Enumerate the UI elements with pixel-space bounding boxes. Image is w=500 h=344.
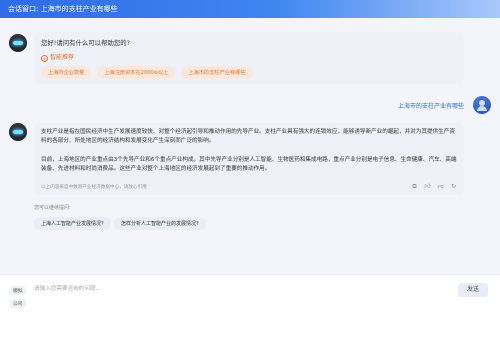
recommend-heading: ◎ 智能推荐 [41, 52, 74, 62]
copy-icon[interactable]: ⧉ [411, 183, 418, 190]
sparkle-icon: ◎ [41, 55, 48, 62]
refresh-icon[interactable]: ↻ [450, 183, 457, 190]
answer-bubble: 支柱产业是指在国民经济中生产发展速度较快、对整个经济起引导和推动作用的先导产业。… [34, 123, 464, 195]
chat-area: 您好!请问有什么可以帮助您的? ◎ 智能推荐 上海市企业数量 上海注册资本在200… [0, 18, 500, 274]
answer-paragraph: 支柱产业是指在国民经济中生产发展速度较快、对整个经济起引导和推动作用的先导产业。… [41, 129, 455, 144]
bot-avatar [9, 34, 27, 52]
recommend-chip[interactable]: 上海注册资本在2000w以上 [97, 66, 176, 79]
answer-toolbar: ⧉ 👍︎ 👎︎ ↻ [411, 183, 457, 190]
thumbs-down-icon[interactable]: 👎︎ [437, 183, 444, 190]
window-title-bar: 会话窗口: 上海市的支柱产业有哪些 [0, 0, 500, 18]
greeting-bubble: 您好!请问有什么可以帮助您的? ◎ 智能推荐 上海市企业数量 上海注册资本在200… [34, 32, 464, 84]
input-tag[interactable]: 模拟 [10, 286, 26, 295]
followup-chip[interactable]: 上海人工智能产业发展情况? [34, 217, 111, 230]
window-title: 上海市的支柱产业有哪些 [40, 5, 118, 13]
answer-paragraph: 目前，上海地区的产业重点由3个先导产业和6个重点产业构成，其中先导产业分别是人工… [41, 157, 457, 172]
question-input[interactable]: 请输入您需要咨询的问题... [34, 283, 444, 295]
user-message: 上海市的支柱产业有哪些 [397, 103, 464, 110]
recommend-chips: 上海市企业数量 上海注册资本在2000w以上 上海市的支柱产业有哪些 [41, 66, 253, 79]
answer-source: 以上内容来自中数新产业经济数据中心，请放心引用 [41, 185, 147, 190]
thumbs-up-icon[interactable]: 👍︎ [424, 183, 431, 190]
bot-avatar [9, 123, 27, 141]
followup-chip[interactable]: 怎样分析人工智能产业的发展情况? [114, 217, 206, 230]
user-avatar [473, 96, 491, 114]
greeting-text: 您好!请问有什么可以帮助您的? [41, 39, 131, 47]
recommend-chip[interactable]: 上海市企业数量 [41, 66, 92, 79]
send-button[interactable]: 发送 [458, 283, 488, 297]
recommend-label: 智能推荐 [50, 54, 75, 61]
followup-label: 您可以继续提问: [34, 205, 71, 211]
input-tag[interactable]: 公司 [10, 299, 26, 308]
input-area: 模拟 公司 请输入您需要咨询的问题... 发送 [0, 274, 500, 344]
recommend-chip[interactable]: 上海市的支柱产业有哪些 [181, 66, 253, 79]
window-title-label: 会话窗口: [8, 5, 39, 13]
